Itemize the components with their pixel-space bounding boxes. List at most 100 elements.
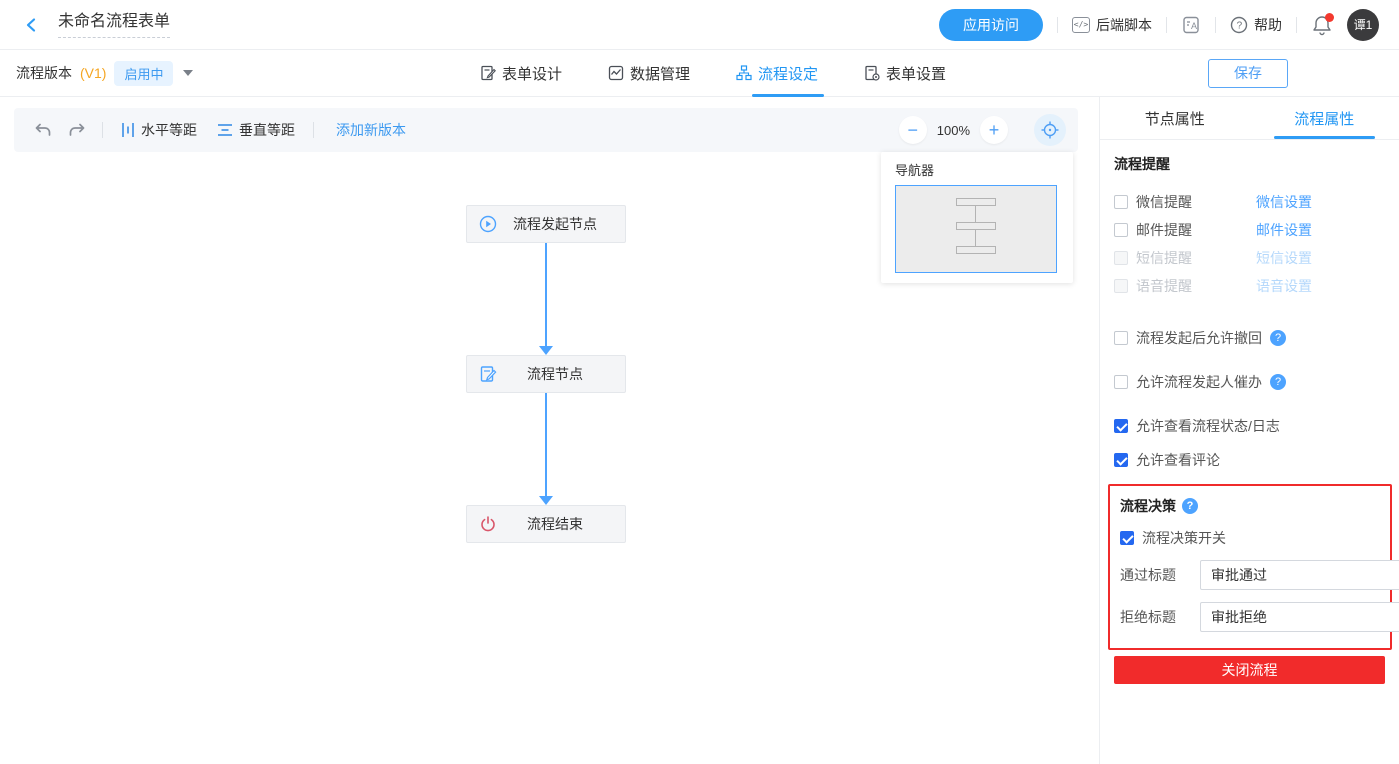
save-button[interactable]: 保存 — [1208, 59, 1288, 88]
divider — [1166, 17, 1167, 33]
notification-button[interactable] — [1311, 14, 1333, 36]
flow-edge — [545, 243, 547, 346]
tab-flow-setting[interactable]: 流程设定 — [736, 50, 818, 97]
option-allow-withdraw: 流程发起后允许撤回 ? — [1114, 328, 1385, 348]
help-label: 帮助 — [1254, 15, 1282, 35]
notification-dot — [1325, 13, 1334, 22]
reject-title-label: 拒绝标题 — [1120, 607, 1200, 627]
doc-edit-icon — [479, 365, 497, 383]
chevron-down-icon[interactable] — [183, 70, 193, 76]
email-settings-link[interactable]: 邮件设置 — [1256, 220, 1312, 240]
properties-panel: 节点属性 流程属性 流程提醒 微信提醒 微信设置 邮件提醒 邮件设置 短信提醒 … — [1100, 97, 1399, 764]
decision-switch-row: 流程决策开关 — [1120, 528, 1380, 548]
undo-button[interactable] — [34, 122, 52, 138]
arrow-down-icon — [539, 346, 553, 355]
horizontal-spacing-icon — [121, 122, 135, 138]
email-reminder-checkbox[interactable] — [1114, 223, 1128, 237]
back-button[interactable] — [20, 13, 44, 37]
zoom-level: 100% — [937, 123, 970, 138]
zoom-out-button[interactable]: − — [899, 116, 927, 144]
redo-icon — [68, 122, 86, 138]
vertical-spacing-button[interactable]: 垂直等距 — [207, 120, 305, 140]
version-bar: 流程版本(V1) 启用中 表单设计 数据管理 — [0, 50, 1399, 97]
crosshair-icon — [1041, 121, 1059, 139]
tab-form-settings[interactable]: 表单设置 — [864, 50, 946, 97]
navigator-panel: 导航器 — [881, 152, 1073, 283]
svg-text:A: A — [1191, 21, 1197, 31]
option-view-status: 允许查看流程状态/日志 — [1114, 416, 1385, 436]
tab-label: 流程设定 — [758, 63, 818, 84]
option-label: 流程发起后允许撤回 — [1136, 328, 1262, 348]
node-label: 流程发起节点 — [497, 214, 613, 234]
avatar[interactable]: 谭1 — [1347, 9, 1379, 41]
version-tag: (V1) — [80, 65, 106, 81]
divider — [102, 122, 103, 138]
sms-reminder-checkbox — [1114, 251, 1128, 265]
status-badge[interactable]: 启用中 — [114, 61, 173, 86]
arrow-down-icon — [539, 496, 553, 505]
help-icon[interactable]: ? — [1270, 330, 1286, 346]
canvas-toolbar: 水平等距 垂直等距 添加新版本 − 100% + — [14, 108, 1078, 152]
tab-label: 表单设置 — [886, 63, 946, 84]
sms-settings-link: 短信设置 — [1256, 248, 1312, 268]
horizontal-spacing-button[interactable]: 水平等距 — [111, 120, 207, 140]
flow-node-end[interactable]: 流程结束 — [466, 505, 626, 543]
allow-withdraw-checkbox[interactable] — [1114, 331, 1128, 345]
help-button[interactable]: ? 帮助 — [1230, 15, 1282, 35]
backend-script-button[interactable]: </> 后端脚本 — [1072, 15, 1152, 35]
translate-button[interactable]: A — [1181, 16, 1201, 34]
tab-flow-properties[interactable]: 流程属性 — [1250, 97, 1399, 139]
view-comments-checkbox[interactable] — [1114, 453, 1128, 467]
page-title[interactable]: 未命名流程表单 — [58, 11, 170, 38]
question-circle-icon: ? — [1230, 16, 1248, 34]
play-circle-icon — [479, 215, 497, 233]
backend-script-label: 后端脚本 — [1096, 15, 1152, 35]
reminder-label: 短信提醒 — [1136, 248, 1256, 268]
pass-title-row: 通过标题 — [1120, 560, 1380, 590]
flow-edge — [545, 393, 547, 496]
app-access-button[interactable]: 应用访问 — [939, 9, 1043, 41]
option-label: 允许流程发起人催办 — [1136, 372, 1262, 392]
pass-title-input[interactable] — [1200, 560, 1399, 590]
reminder-row-email: 邮件提醒 邮件设置 — [1114, 216, 1385, 244]
tab-label: 数据管理 — [630, 63, 690, 84]
voice-reminder-checkbox — [1114, 279, 1128, 293]
minimap-node — [956, 198, 996, 206]
tab-node-properties[interactable]: 节点属性 — [1100, 97, 1250, 139]
chevron-left-icon — [24, 17, 40, 33]
fit-view-button[interactable] — [1034, 114, 1066, 146]
reminder-label: 微信提醒 — [1136, 192, 1256, 212]
svg-text:?: ? — [1237, 20, 1243, 31]
flow-node-start[interactable]: 流程发起节点 — [466, 205, 626, 243]
redo-button[interactable] — [68, 122, 86, 138]
data-management-icon — [608, 65, 624, 81]
wechat-settings-link[interactable]: 微信设置 — [1256, 192, 1312, 212]
decision-section: 流程决策 ? 流程决策开关 通过标题 拒绝标题 — [1108, 484, 1392, 650]
add-version-link[interactable]: 添加新版本 — [336, 120, 406, 140]
reject-title-input[interactable] — [1200, 602, 1399, 632]
reminder-row-sms: 短信提醒 短信设置 — [1114, 244, 1385, 272]
minimap-edge — [975, 230, 976, 246]
vertical-spacing-label: 垂直等距 — [239, 120, 295, 140]
help-icon[interactable]: ? — [1182, 498, 1198, 514]
tab-data-management[interactable]: 数据管理 — [608, 50, 690, 97]
view-status-checkbox[interactable] — [1114, 419, 1128, 433]
zoom-in-button[interactable]: + — [980, 116, 1008, 144]
wechat-reminder-checkbox[interactable] — [1114, 195, 1128, 209]
main-tabs: 表单设计 数据管理 流程设定 表单设置 — [480, 50, 946, 97]
pass-title-label: 通过标题 — [1120, 565, 1200, 585]
flow-canvas[interactable]: 水平等距 垂直等距 添加新版本 − 100% + — [0, 97, 1100, 764]
decision-switch-checkbox[interactable] — [1120, 531, 1134, 545]
reminder-section-title: 流程提醒 — [1114, 154, 1385, 174]
allow-urge-checkbox[interactable] — [1114, 375, 1128, 389]
form-settings-icon — [864, 65, 880, 81]
reminder-label: 邮件提醒 — [1136, 220, 1256, 240]
tab-form-design[interactable]: 表单设计 — [480, 50, 562, 97]
help-icon[interactable]: ? — [1270, 374, 1286, 390]
divider — [1296, 17, 1297, 33]
navigator-minimap[interactable] — [895, 185, 1057, 273]
flow-node-middle[interactable]: 流程节点 — [466, 355, 626, 393]
minimap-edge — [975, 206, 976, 222]
close-flow-button[interactable]: 关闭流程 — [1114, 656, 1385, 684]
power-icon — [479, 515, 497, 533]
